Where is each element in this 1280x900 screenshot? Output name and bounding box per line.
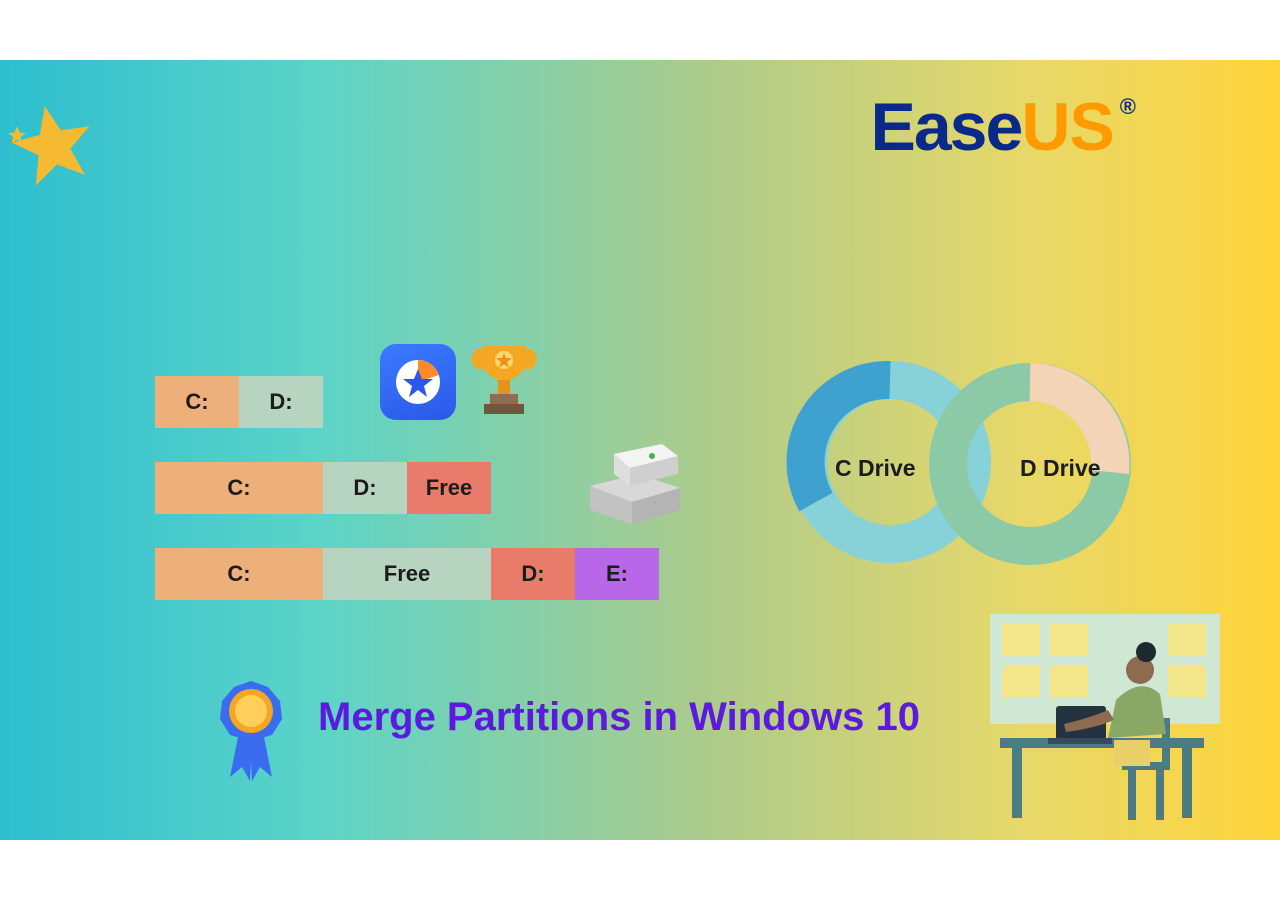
partition-cell: C:	[155, 376, 239, 428]
award-medal-icon	[208, 677, 294, 787]
logo-registered: ®	[1120, 94, 1136, 120]
partition-row-1: C:D:	[155, 376, 323, 428]
logo-text-ease: Ease	[871, 88, 1022, 166]
partition-cell: C:	[155, 462, 323, 514]
partition-cell: Free	[407, 462, 491, 514]
partition-row-3: C:FreeD:E:	[155, 548, 659, 600]
ring-label-d: D Drive	[1020, 455, 1101, 482]
logo-text-us: US	[1021, 88, 1113, 166]
partition-cell: D:	[239, 376, 323, 428]
partition-cell: C:	[155, 548, 323, 600]
page-headline: Merge Partitions in Windows 10	[318, 695, 920, 740]
trophy-icon	[468, 336, 540, 426]
partition-cell: Free	[323, 548, 491, 600]
easeus-logo: Ease US ®	[871, 88, 1131, 166]
star-icon	[8, 100, 98, 190]
ring-label-c: C Drive	[835, 455, 916, 482]
person-at-desk-illustration	[990, 610, 1220, 830]
partition-cell: D:	[323, 462, 407, 514]
partition-app-icon	[380, 344, 456, 420]
partition-cell: E:	[575, 548, 659, 600]
partition-cell: D:	[491, 548, 575, 600]
hard-drive-icon	[580, 440, 690, 528]
partition-row-2: C:D:Free	[155, 462, 491, 514]
